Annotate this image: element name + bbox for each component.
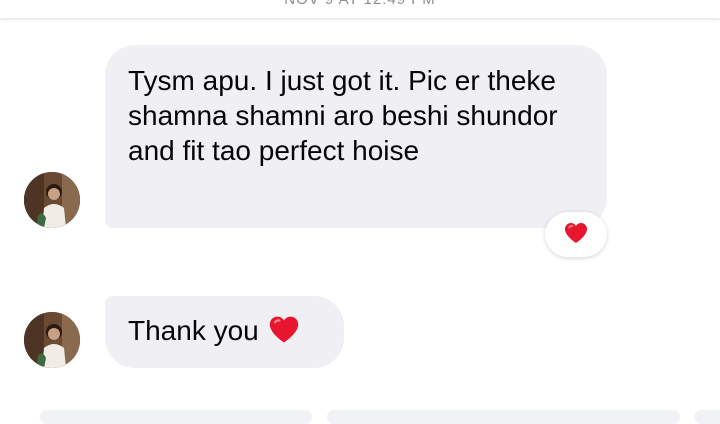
quick-reply-chip[interactable] <box>40 410 312 424</box>
message-text: Thank you <box>128 315 259 346</box>
contact-avatar[interactable] <box>24 312 80 368</box>
message-timestamp-bar: NOV 9 AT 12:49 PM <box>0 0 720 18</box>
message-bubble[interactable]: Tysm apu. I just got it. Pic er theke sh… <box>105 45 607 228</box>
avatar-photo <box>24 172 80 228</box>
message-bubble[interactable]: Thank you <box>105 296 344 368</box>
contact-avatar[interactable] <box>24 172 80 228</box>
avatar-photo <box>24 312 80 368</box>
heart-icon <box>267 314 301 353</box>
heart-icon <box>565 223 587 243</box>
quick-reply-chip[interactable] <box>694 410 720 424</box>
quick-reply-chip[interactable] <box>327 410 680 424</box>
message-text: Tysm apu. I just got it. Pic er theke sh… <box>128 65 558 166</box>
message-timestamp: NOV 9 AT 12:49 PM <box>0 0 720 8</box>
message-reaction[interactable] <box>545 212 607 257</box>
